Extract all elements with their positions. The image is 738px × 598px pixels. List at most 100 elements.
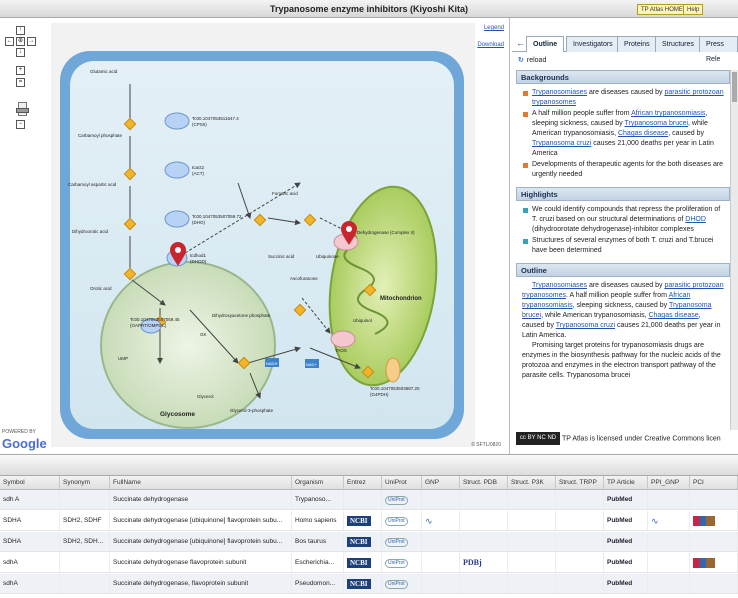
inline-link[interactable]: Trypanosoma brucei (624, 120, 688, 127)
table-cell: NCBI (344, 574, 382, 593)
ncbi-link[interactable]: NCBI (347, 537, 371, 547)
protein-g4pdh[interactable] (385, 357, 401, 383)
pathway-map[interactable]: ↑ ← ⊕ → ↓ + = − Legend Download Glutamic… (0, 18, 510, 454)
pubmed-link[interactable]: PubMed (607, 538, 632, 545)
protein-act[interactable] (164, 161, 190, 179)
pubmed-link[interactable]: PubMed (607, 496, 632, 503)
tab-scroll-left-icon[interactable]: ← (516, 38, 525, 48)
protein-dho[interactable] (164, 210, 190, 228)
protein-taos[interactable] (330, 330, 356, 348)
table-cell: SDH2, SDH... (60, 532, 110, 551)
inline-link[interactable]: Trypanosomiases (532, 89, 587, 96)
ncbi-link[interactable]: NCBI (347, 579, 371, 589)
inline-link[interactable]: Trypanosoma cruzi (532, 140, 591, 147)
uniprot-link[interactable]: UniProt (385, 517, 408, 526)
inline-link[interactable]: DHOD (685, 216, 706, 223)
column-header[interactable]: Struct. P3K (508, 476, 556, 489)
inline-link[interactable]: parasitic protozoan (664, 89, 723, 96)
tab-bar: ← Outline Investigators Proteins Structu… (512, 36, 738, 63)
label-glycerol: Glycerol (197, 394, 214, 399)
inline-link[interactable]: trypanosomes (522, 292, 566, 299)
table-row[interactable]: sdhA Succinate dehydrogenase, flavoprotei… (0, 574, 738, 594)
table-row[interactable]: SDHA SDH2, SDHF Succinate dehydrogenase [u… (0, 511, 738, 531)
uniprot-link[interactable]: UniProt (385, 538, 408, 547)
tp-atlas-home-button[interactable]: TP Atlas HOME (637, 4, 687, 15)
ncbi-link[interactable]: NCBI (347, 558, 371, 568)
table-cell: Succinate dehydrogenase [ubiquinone] fla… (110, 511, 292, 530)
help-button[interactable]: Help (683, 4, 704, 15)
table-cell (60, 574, 110, 593)
column-header[interactable]: Symbol (0, 476, 60, 489)
inline-link[interactable]: parasitic protozoan (664, 282, 723, 289)
pci-thumbnail-image[interactable] (693, 558, 715, 568)
label-dhod: (DHOD) (190, 259, 207, 264)
table-cell: Succinate dehydrogenase [ubiquinone] fla… (110, 532, 292, 551)
uniprot-link[interactable]: UniProt (385, 496, 408, 505)
table-cell (460, 490, 508, 509)
title-bar: Trypanosome enzyme inhibitors (Kiyoshi K… (0, 0, 738, 18)
ncbi-link[interactable]: NCBI (347, 516, 371, 526)
column-header[interactable]: Struct. PDB (460, 476, 508, 489)
table-cell (648, 574, 690, 593)
inline-link[interactable]: Trypanosoma cruzi (556, 322, 615, 329)
inline-text: , caused by (668, 130, 704, 137)
table-cell (508, 574, 556, 593)
pubmed-link[interactable]: PubMed (607, 517, 632, 524)
table-row[interactable]: sdhA Succinate dehydrogenase flavoprotein… (0, 553, 738, 573)
table-cell: NCBI (344, 532, 382, 551)
table-row[interactable]: SDHA SDH2, SDH... Succinate dehydrogenase … (0, 532, 738, 552)
table-cell: SDHA (0, 511, 60, 530)
pubmed-link[interactable]: PubMed (607, 559, 632, 566)
uniprot-link[interactable]: UniProt (385, 559, 408, 568)
protein-cpsii[interactable] (164, 112, 190, 130)
highlights-heading[interactable]: Highlights (516, 187, 730, 201)
column-header[interactable]: UniProt (382, 476, 422, 489)
google-logo: Google (2, 436, 47, 451)
label-tc1: Tc00.1047053511647.4 (192, 116, 239, 121)
pubmed-link[interactable]: PubMed (607, 580, 632, 587)
column-header[interactable]: GNP (422, 476, 460, 489)
label-act: (ACT) (192, 171, 204, 176)
panel-splitter[interactable] (0, 454, 738, 476)
gnp-link-icon[interactable]: ∿ (425, 516, 433, 526)
inline-link[interactable]: Chagas disease (618, 130, 668, 137)
reload-button[interactable]: ↻ reload (518, 56, 546, 64)
column-header[interactable]: Struct. TRPP (556, 476, 604, 489)
column-header[interactable]: PCI (690, 476, 738, 489)
tab-press-release[interactable]: Press Rele (699, 36, 738, 63)
column-header[interactable]: Synonym (60, 476, 110, 489)
panel-scrollbar[interactable] (730, 70, 738, 430)
cell-text: Succinate dehydrogenase, flavoprotein su… (113, 580, 249, 587)
table-cell (690, 532, 738, 551)
inline-link[interactable]: Trypanosomiases (532, 282, 587, 289)
gnp-link-icon[interactable]: ∿ (651, 516, 659, 526)
inline-link[interactable]: African trypanosomiasis (631, 110, 705, 117)
cell-text: Succinate dehydrogenase (113, 496, 189, 503)
tab-outline[interactable]: Outline (526, 36, 565, 52)
tab-proteins[interactable]: Proteins (617, 36, 657, 52)
column-header[interactable]: Entrez (344, 476, 382, 489)
label-fumaric: Fumaric acid (272, 191, 298, 196)
column-header[interactable]: FullName (110, 476, 292, 489)
backgrounds-heading[interactable]: Backgrounds (516, 70, 730, 84)
pdbj-link[interactable]: PDBj (463, 558, 482, 567)
label-carbaspartic: Carbamoyl aspartic acid (68, 182, 117, 187)
pci-thumbnail-image[interactable] (693, 516, 715, 526)
inline-link[interactable]: Chagas disease (648, 312, 698, 319)
tab-investigators[interactable]: Investigators (566, 36, 620, 52)
table-cell (60, 490, 110, 509)
table-row[interactable]: sdh A Succinate dehydrogenase Trypanoso...… (0, 490, 738, 510)
outline-heading[interactable]: Outline (516, 263, 730, 277)
column-header[interactable]: TP Article (604, 476, 648, 489)
tab-structures[interactable]: Structures (655, 36, 701, 52)
label-daph: (OAPRT/OMPDC) (130, 323, 167, 328)
column-header[interactable]: Organism (292, 476, 344, 489)
panel-scrollbar-thumb[interactable] (732, 72, 737, 102)
table-cell: PDBj (460, 553, 508, 572)
creative-commons-icon[interactable]: cc BY NC ND (516, 432, 560, 445)
content-scroll-area[interactable]: Backgrounds Trypanosomiases are diseases… (516, 70, 730, 430)
inline-link[interactable]: trypanosomes (532, 99, 576, 106)
table-cell: NCBI (344, 553, 382, 572)
column-header[interactable]: PPI_GNP (648, 476, 690, 489)
uniprot-link[interactable]: UniProt (385, 580, 408, 589)
